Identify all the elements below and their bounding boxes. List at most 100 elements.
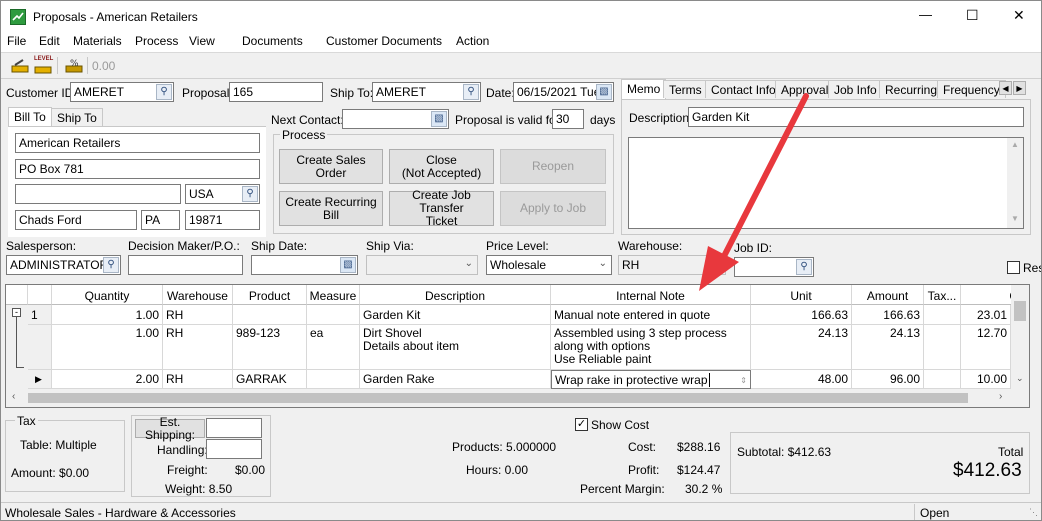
menu-file[interactable]: File bbox=[7, 34, 26, 48]
ship-to-input[interactable]: AMERET ⚲ bbox=[372, 82, 481, 102]
bill-to-zip[interactable]: 19871 bbox=[185, 210, 260, 230]
salesperson-input[interactable]: ADMINISTRATOR ⚲ bbox=[6, 255, 121, 275]
menu-documents[interactable]: Documents bbox=[242, 34, 303, 48]
apply-to-job-button[interactable]: Apply to Job bbox=[500, 191, 606, 226]
bill-to-name[interactable]: American Retailers bbox=[15, 133, 260, 153]
resize-grip-icon[interactable]: ⋱ bbox=[1029, 507, 1038, 518]
cell-c[interactable]: 12.70 bbox=[961, 325, 1011, 370]
tab-recurring[interactable]: Recurring bbox=[879, 80, 944, 98]
bill-to-state[interactable]: PA bbox=[141, 210, 180, 230]
col-quantity[interactable]: Quantity bbox=[52, 285, 163, 305]
price-level-select[interactable]: Wholesale ⌄ bbox=[486, 255, 612, 275]
search-icon[interactable]: ⚲ bbox=[463, 84, 479, 100]
grid-horizontal-scrollbar[interactable]: ‹ › bbox=[6, 389, 1029, 407]
cell-product[interactable]: GARRAK bbox=[233, 370, 307, 389]
memo-scrollbar[interactable]: ▲ ▼ bbox=[1007, 138, 1023, 228]
customer-id-input[interactable]: AMERET ⚲ bbox=[70, 82, 174, 102]
col-warehouse[interactable]: Warehouse bbox=[163, 285, 233, 305]
maximize-icon[interactable]: ☐ bbox=[966, 7, 979, 24]
tab-memo[interactable]: Memo bbox=[621, 79, 667, 99]
cell-warehouse[interactable]: RH bbox=[163, 305, 233, 325]
percent-icon[interactable]: % bbox=[65, 57, 83, 75]
cell-quantity[interactable]: 1.00 bbox=[52, 325, 163, 370]
bill-to-city[interactable]: Chads Ford bbox=[15, 210, 137, 230]
level-icon[interactable]: LEVEL bbox=[34, 56, 53, 76]
ship-via-select[interactable]: ⌄ bbox=[366, 255, 478, 275]
scroll-thumb[interactable] bbox=[28, 393, 968, 403]
res-checkbox[interactable] bbox=[1007, 261, 1020, 274]
cell-tax[interactable] bbox=[924, 370, 961, 389]
cell-warehouse[interactable]: RH bbox=[163, 370, 233, 389]
menu-edit[interactable]: Edit bbox=[39, 34, 60, 48]
calendar-icon[interactable]: ▧ bbox=[596, 84, 612, 100]
create-sales-order-button[interactable]: Create Sales Order bbox=[279, 149, 383, 184]
cell-product[interactable]: 989-123 bbox=[233, 325, 307, 370]
cell-quantity[interactable]: 1.00 bbox=[52, 305, 163, 325]
bill-to-country[interactable]: USA ⚲ bbox=[185, 184, 260, 204]
bill-to-address2[interactable] bbox=[15, 184, 181, 204]
cell-measure[interactable]: ea bbox=[307, 325, 360, 370]
menu-process[interactable]: Process bbox=[135, 34, 178, 48]
reopen-button[interactable]: Reopen bbox=[500, 149, 606, 184]
cell-description[interactable]: Garden Kit bbox=[360, 305, 551, 325]
est-shipping-button[interactable]: Est. Shipping: bbox=[135, 415, 205, 441]
chevron-down-icon[interactable]: ⌄ bbox=[465, 258, 473, 269]
cell-quantity[interactable]: 2.00 bbox=[52, 370, 163, 389]
cell-c[interactable]: 23.01 bbox=[961, 305, 1011, 325]
cell-amount[interactable]: 96.00 bbox=[852, 370, 924, 389]
close-icon[interactable]: ✕ bbox=[1013, 7, 1025, 24]
next-contact-input[interactable]: ▧ bbox=[342, 109, 449, 129]
cell-unit[interactable]: 48.00 bbox=[751, 370, 852, 389]
handling-input[interactable] bbox=[206, 439, 262, 459]
scroll-down-icon[interactable]: ⌄ bbox=[1016, 373, 1024, 384]
ship-date-input[interactable]: ▧ bbox=[251, 255, 358, 275]
col-amount[interactable]: Amount bbox=[852, 285, 924, 305]
cell-product[interactable] bbox=[233, 305, 307, 325]
cell-internal-note-editing[interactable]: Wrap rake in protective wrap ⇕ bbox=[551, 370, 751, 389]
tab-bill-to[interactable]: Bill To bbox=[8, 107, 52, 127]
scroll-up-icon[interactable]: ▲ bbox=[1011, 140, 1019, 149]
chevron-down-icon[interactable]: ⌄ bbox=[599, 258, 607, 269]
proposal-input[interactable]: 165 bbox=[229, 82, 323, 102]
col-description[interactable]: Description bbox=[360, 285, 551, 305]
cell-amount[interactable]: 166.63 bbox=[852, 305, 924, 325]
menu-materials[interactable]: Materials bbox=[73, 34, 122, 48]
tab-ship-to[interactable]: Ship To bbox=[51, 108, 103, 126]
menu-view[interactable]: View bbox=[189, 34, 215, 48]
calendar-icon[interactable]: ▧ bbox=[340, 257, 356, 273]
cell-unit[interactable]: 24.13 bbox=[751, 325, 852, 370]
col-tax[interactable]: Tax... bbox=[924, 285, 961, 305]
search-icon[interactable]: ⚲ bbox=[156, 84, 172, 100]
cell-internal-note[interactable]: Assembled using 3 step process along wit… bbox=[551, 325, 751, 370]
pencil-icon[interactable] bbox=[11, 58, 29, 74]
est-shipping-input[interactable] bbox=[206, 418, 262, 438]
cell-description[interactable]: Garden Rake bbox=[360, 370, 551, 389]
cell-tax[interactable] bbox=[924, 325, 961, 370]
close-not-accepted-button[interactable]: Close (Not Accepted) bbox=[389, 149, 494, 184]
tab-frequency[interactable]: Frequency bbox=[937, 80, 1006, 98]
calendar-icon[interactable]: ▧ bbox=[431, 111, 447, 127]
minimize-icon[interactable]: — bbox=[919, 7, 932, 22]
menu-customer-documents[interactable]: Customer Documents bbox=[326, 34, 442, 48]
cell-description[interactable]: Dirt Shovel Details about item bbox=[360, 325, 551, 370]
cell-amount[interactable]: 24.13 bbox=[852, 325, 924, 370]
scroll-right-icon[interactable]: › bbox=[999, 391, 1002, 402]
col-measure[interactable]: Measure bbox=[307, 285, 360, 305]
cell-internal-note[interactable]: Manual note entered in quote bbox=[551, 305, 751, 325]
tab-job-info[interactable]: Job Info bbox=[828, 80, 883, 98]
cell-measure[interactable] bbox=[307, 370, 360, 389]
scroll-thumb[interactable] bbox=[1014, 301, 1026, 321]
cell-unit[interactable]: 166.63 bbox=[751, 305, 852, 325]
scroll-left-icon[interactable]: ‹ bbox=[12, 391, 15, 402]
create-job-transfer-button[interactable]: Create Job Transfer Ticket bbox=[389, 189, 494, 228]
search-icon[interactable]: ⚲ bbox=[103, 257, 119, 273]
cell-c[interactable]: 10.00 bbox=[961, 370, 1011, 389]
date-input[interactable]: 06/15/2021 Tue ▧ bbox=[513, 82, 614, 102]
col-product[interactable]: Product bbox=[233, 285, 307, 305]
valid-days-input[interactable]: 30 bbox=[552, 109, 584, 129]
grid-vertical-scrollbar[interactable]: ⌄ bbox=[1011, 285, 1029, 389]
cell-tax[interactable] bbox=[924, 305, 961, 325]
search-icon[interactable]: ⚲ bbox=[242, 186, 258, 202]
cell-warehouse[interactable]: RH bbox=[163, 325, 233, 370]
spin-icon[interactable]: ⇕ bbox=[740, 374, 747, 387]
